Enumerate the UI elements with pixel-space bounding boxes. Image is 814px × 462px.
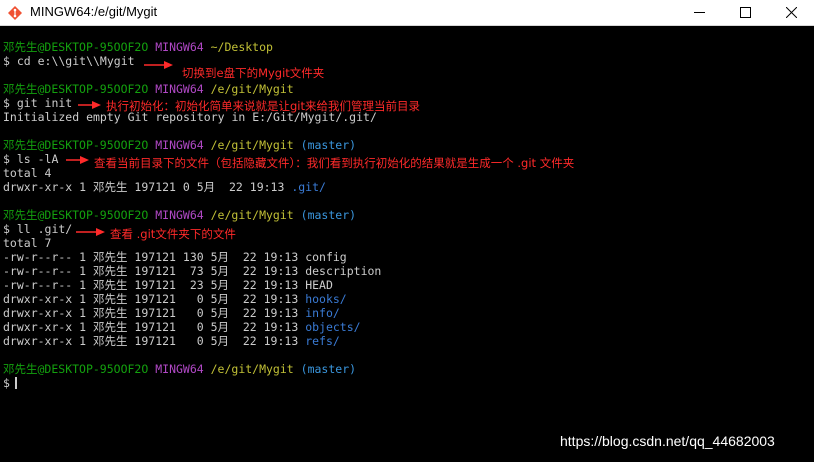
arrow-right-icon	[78, 100, 102, 110]
file-row: -rw-r--r-- 1 邓先生 197121 73 5月 22 19:13 d…	[3, 264, 382, 278]
git-bash-icon[interactable]	[7, 5, 23, 21]
file-row: drwxr-xr-x 1 邓先生 197121 0 5月 22 19:13 ob…	[3, 320, 361, 334]
prompt-line: 邓先生@DESKTOP-95OOF2O MINGW64 /e/git/Mygit…	[3, 208, 357, 222]
arrow-right-icon	[66, 155, 90, 165]
maximize-button[interactable]	[722, 0, 768, 25]
close-button[interactable]	[768, 0, 814, 25]
file-row: drwxr-xr-x 1 邓先生 197121 0 5月 22 19:13 ho…	[3, 292, 347, 306]
file-row: -rw-r--r-- 1 邓先生 197121 23 5月 22 19:13 H…	[3, 278, 333, 292]
close-icon	[785, 7, 797, 18]
terminal-output[interactable]: 邓先生@DESKTOP-95OOF2O MINGW64 ~/Desktop $ …	[0, 26, 814, 462]
annotation-note: 查看当前目录下的文件（包括隐藏文件）：我们看到执行初始化的结果就是生成一个 .g…	[94, 156, 575, 170]
prompt-line: 邓先生@DESKTOP-95OOF2O MINGW64 ~/Desktop	[3, 40, 273, 54]
command-line: $ git init	[3, 96, 73, 110]
minimize-button[interactable]	[676, 0, 722, 25]
file-row: drwxr-xr-x 1 邓先生 197121 0 5月 22 19:13 in…	[3, 306, 340, 320]
prompt-line: 邓先生@DESKTOP-95OOF2O MINGW64 /e/git/Mygit…	[3, 138, 357, 152]
command-line: $ cd e:\\git\\Mygit	[3, 54, 135, 68]
text-cursor	[15, 377, 17, 389]
output-line: total 7	[3, 236, 52, 250]
prompt-line: 邓先生@DESKTOP-95OOF2O MINGW64 /e/git/Mygit…	[3, 362, 357, 376]
annotation-note: 查看 .git文件夹下的文件	[110, 227, 236, 241]
window-titlebar[interactable]: MINGW64:/e/git/Mygit	[0, 0, 814, 26]
file-row: -rw-r--r-- 1 邓先生 197121 130 5月 22 19:13 …	[3, 250, 347, 264]
arrow-right-icon	[144, 60, 174, 70]
watermark: https://blog.csdn.net/qq_44682003	[560, 433, 775, 449]
window-title: MINGW64:/e/git/Mygit	[30, 4, 158, 19]
annotation-note: 切换到e盘下的Mygit文件夹	[182, 66, 325, 80]
prompt-line: 邓先生@DESKTOP-95OOF2O MINGW64 /e/git/Mygit	[3, 82, 294, 96]
output-line: total 4	[3, 166, 52, 180]
output-line: drwxr-xr-x 1 邓先生 197121 0 5月 22 19:13 .g…	[3, 180, 326, 194]
command-line: $ ll .git/	[3, 222, 73, 236]
annotation-note: 执行初始化：初始化简单来说就是让git来给我们管理当前目录	[106, 99, 421, 113]
command-line: $ ls -lA	[3, 152, 59, 166]
arrow-right-icon	[76, 227, 106, 237]
minimize-icon	[693, 12, 705, 13]
maximize-icon	[739, 7, 751, 18]
file-row: drwxr-xr-x 1 邓先生 197121 0 5月 22 19:13 re…	[3, 334, 340, 348]
